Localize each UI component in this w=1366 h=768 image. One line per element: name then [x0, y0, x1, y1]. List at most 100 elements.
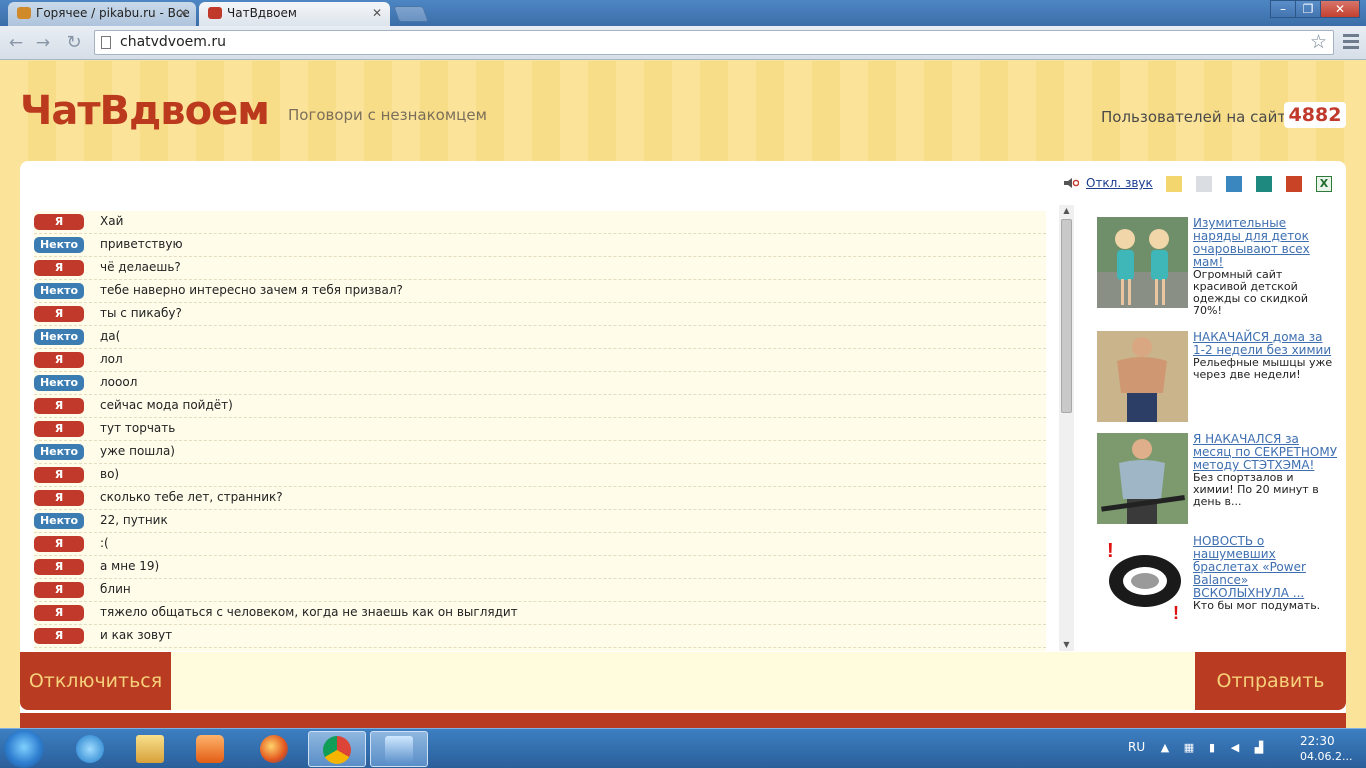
message-text: лол: [100, 352, 123, 366]
firefox-taskbar-button[interactable]: [246, 731, 304, 767]
reload-icon[interactable]: ↻: [63, 32, 85, 54]
sender-badge-me: Я: [34, 536, 84, 552]
explorer-taskbar-button[interactable]: [122, 731, 180, 767]
chat-scrollbar[interactable]: ▲ ▼: [1059, 205, 1074, 651]
sender-badge-stranger: Некто: [34, 237, 84, 253]
tray-arrow-icon[interactable]: ▲: [1158, 741, 1172, 755]
media-player-icon: [196, 735, 224, 763]
message-controls: Отключиться Отправить: [20, 652, 1346, 710]
media-player-taskbar-button[interactable]: [182, 731, 240, 767]
message-input[interactable]: [171, 652, 1195, 710]
ad-title-link[interactable]: Я НАКАЧАЛСЯ за месяц по СЕКРЕТНОМУ метод…: [1193, 433, 1337, 472]
disconnect-button[interactable]: Отключиться: [20, 652, 171, 710]
ie-icon: [76, 735, 104, 763]
site-logo[interactable]: ЧатВдвоем: [20, 88, 270, 134]
ad-title-link[interactable]: НАКАЧАЙСЯ дома за 1-2 недели без химии: [1193, 331, 1337, 357]
new-tab-button[interactable]: [393, 6, 429, 22]
bracelet-photo[interactable]: ! !: [1097, 535, 1188, 626]
ad-item[interactable]: НАКАЧАЙСЯ дома за 1-2 недели без химии Р…: [1097, 331, 1337, 423]
scroll-thumb[interactable]: [1061, 219, 1072, 413]
chat-favicon-icon: [208, 7, 222, 19]
sender-badge-me: Я: [34, 398, 84, 414]
sender-badge-me: Я: [34, 582, 84, 598]
volume-icon[interactable]: ◀: [1228, 741, 1242, 755]
theme-yellow-swatch[interactable]: [1166, 176, 1182, 192]
sender-badge-stranger: Некто: [34, 444, 84, 460]
sound-toggle-link[interactable]: Откл. звук: [1086, 176, 1153, 190]
sender-badge-stranger: Некто: [34, 513, 84, 529]
sender-badge-me: Я: [34, 421, 84, 437]
tab-pikabu[interactable]: Горячее / pikabu.ru - Все ✕: [8, 2, 196, 26]
message-text: :(: [100, 536, 109, 550]
theme-gray-swatch[interactable]: [1196, 176, 1212, 192]
sender-badge-me: Я: [34, 559, 84, 575]
chat-message: Ятут торчать: [34, 418, 1046, 441]
message-text: тяжело общаться с человеком, когда не зн…: [100, 605, 518, 619]
minimize-icon[interactable]: –: [1270, 0, 1296, 18]
windows-start-icon[interactable]: [4, 730, 44, 768]
man-with-bat-photo[interactable]: [1097, 433, 1188, 524]
close-icon[interactable]: ✕: [372, 2, 382, 24]
close-window-icon[interactable]: ✕: [1320, 0, 1360, 18]
close-icon[interactable]: ✕: [178, 2, 188, 24]
chat-message: Ятяжело общаться с человеком, когда не з…: [34, 602, 1046, 625]
muscle-man-photo[interactable]: [1097, 331, 1188, 422]
message-text: ты с пикабу?: [100, 306, 182, 320]
clock-time[interactable]: 22:30: [1300, 734, 1335, 748]
chat-message: Ялол: [34, 349, 1046, 372]
message-text: чё делаешь?: [100, 260, 181, 274]
ad-item[interactable]: Изумительные наряды для деток очаровываю…: [1097, 217, 1337, 321]
scroll-down-icon[interactable]: ▼: [1059, 639, 1074, 651]
forward-arrow-icon[interactable]: →: [32, 32, 54, 54]
site-tagline: Поговори с незнакомцем: [288, 106, 487, 124]
bookmark-star-icon[interactable]: ☆: [1310, 31, 1327, 54]
menu-icon[interactable]: [1343, 34, 1359, 52]
tab-chatvdvoem[interactable]: ЧатВдвоем ✕: [199, 2, 390, 26]
battery-icon[interactable]: ▮: [1205, 741, 1219, 755]
chat-log: Я Хай Некто приветствую Ячё делаешь? Некто теб…: [34, 211, 1046, 651]
chat-message: Некто приветствую: [34, 234, 1046, 257]
language-indicator[interactable]: RU: [1128, 740, 1145, 754]
chat-message: Некто лооол: [34, 372, 1046, 395]
ad-description: Без спортзалов и химии! По 20 минут в де…: [1193, 471, 1319, 508]
signal-icon[interactable]: ▟: [1252, 741, 1266, 755]
theme-red-swatch[interactable]: [1286, 176, 1302, 192]
message-text: а мне 19): [100, 559, 160, 573]
ad-item[interactable]: ! ! НОВОСТЬ о нашумевших браслетах «Powe…: [1097, 535, 1337, 626]
sender-badge-me: Я: [34, 628, 84, 644]
chat-message: Ясколько тебе лет, странник?: [34, 487, 1046, 510]
image-viewer-taskbar-button[interactable]: [370, 731, 428, 767]
sender-badge-me: Я: [34, 490, 84, 506]
ad-title-link[interactable]: Изумительные наряды для деток очаровываю…: [1193, 217, 1337, 269]
chat-message: Некто тебе наверно интересно зачем я тебя…: [34, 280, 1046, 303]
maximize-icon[interactable]: ❐: [1295, 0, 1321, 18]
sender-badge-me: Я: [34, 605, 84, 621]
page-icon: [101, 36, 111, 49]
message-text: да(: [100, 329, 121, 343]
ie-taskbar-button[interactable]: [62, 731, 120, 767]
tab-title: Горячее / pikabu.ru - Все: [36, 6, 190, 20]
send-button[interactable]: Отправить: [1195, 652, 1346, 710]
back-arrow-icon[interactable]: ←: [5, 32, 27, 54]
speaker-icon[interactable]: [1063, 177, 1079, 189]
ad-title-link[interactable]: НОВОСТЬ о нашумевших браслетах «Power Ba…: [1193, 535, 1337, 600]
chat-message: Некто уже пошла): [34, 441, 1046, 464]
chat-message: Я :(: [34, 533, 1046, 556]
message-text: и как зовут: [100, 628, 173, 642]
message-text: сейчас мода пойдёт): [100, 398, 233, 412]
address-bar[interactable]: chatvdvoem.ru ☆: [94, 30, 1334, 55]
clock-date[interactable]: 04.06.2...: [1300, 750, 1352, 763]
theme-blue-swatch[interactable]: [1226, 176, 1242, 192]
message-text: сколько тебе лет, странник?: [100, 490, 283, 504]
excel-icon[interactable]: X: [1316, 176, 1332, 192]
chrome-taskbar-button[interactable]: [308, 731, 366, 767]
users-online-count: 4882: [1284, 102, 1346, 128]
children-photo[interactable]: [1097, 217, 1188, 308]
ad-item[interactable]: Я НАКАЧАЛСЯ за месяц по СЕКРЕТНОМУ метод…: [1097, 433, 1337, 525]
scroll-up-icon[interactable]: ▲: [1059, 205, 1074, 217]
ads-column: Изумительные наряды для деток очаровываю…: [1097, 217, 1337, 626]
firefox-icon: [260, 735, 288, 763]
ad-description: Рельефные мышцы уже через две недели!: [1193, 356, 1333, 381]
network-icon[interactable]: ▦: [1182, 741, 1196, 755]
theme-teal-swatch[interactable]: [1256, 176, 1272, 192]
